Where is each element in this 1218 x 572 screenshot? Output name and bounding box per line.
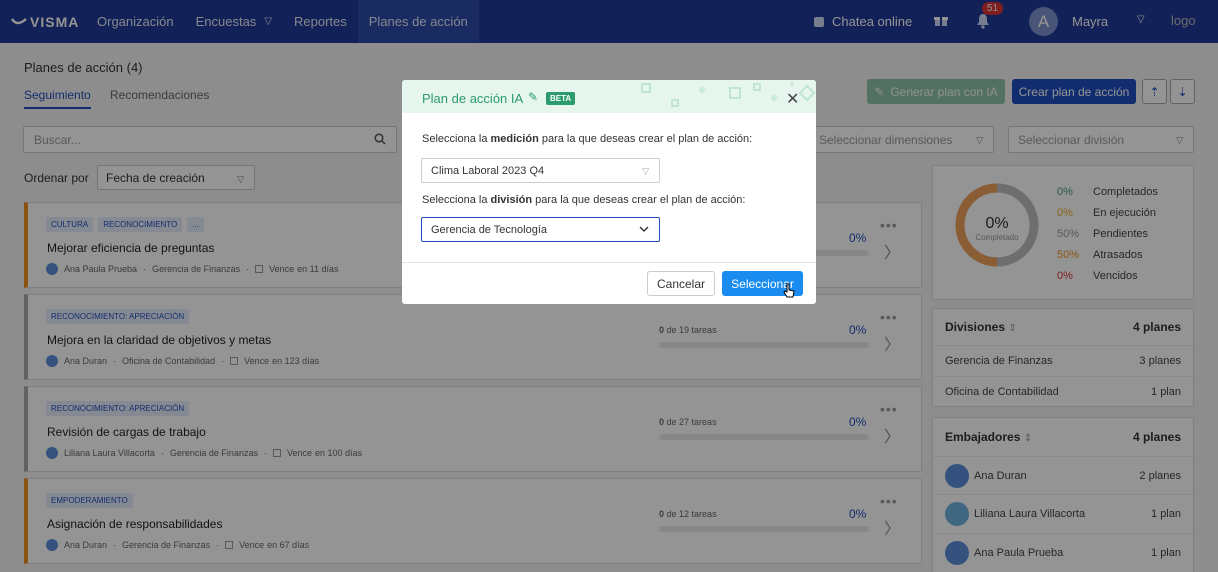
chevron-down-icon: ▽ (642, 166, 649, 176)
selected-value: Clima Laboral 2023 Q4 (431, 164, 545, 177)
label-text: para la que deseas crear el plan de acci… (532, 194, 746, 206)
divider (402, 262, 816, 263)
division-select[interactable]: Gerencia de Tecnología (421, 217, 660, 242)
label-bold: medición (490, 133, 539, 145)
hand-cursor-icon (783, 283, 795, 298)
label-bold: división (490, 194, 533, 206)
label-text: Selecciona la (422, 133, 491, 145)
measure-select[interactable]: Clima Laboral 2023 Q4 ▽ (421, 158, 660, 183)
measure-label: Selecciona la medición para la que desea… (422, 133, 752, 145)
label-text: para la que deseas crear el plan de acci… (538, 133, 753, 145)
label-text: Selecciona la (422, 194, 491, 206)
ai-action-plan-modal: Plan de acción IA ✎ BETA ✕ Selecciona la… (402, 80, 816, 304)
beta-badge: BETA (546, 92, 576, 105)
chevron-down-icon (639, 226, 649, 232)
cancel-button[interactable]: Cancelar (647, 271, 715, 296)
close-icon[interactable]: ✕ (786, 89, 799, 109)
division-label: Selecciona la división para la que desea… (422, 194, 745, 206)
modal-title: Plan de acción IA (422, 91, 524, 106)
magic-wand-icon: ✎ (528, 90, 539, 104)
selected-value: Gerencia de Tecnología (431, 223, 547, 236)
modal-header: Plan de acción IA ✎ BETA ✕ (402, 80, 816, 113)
